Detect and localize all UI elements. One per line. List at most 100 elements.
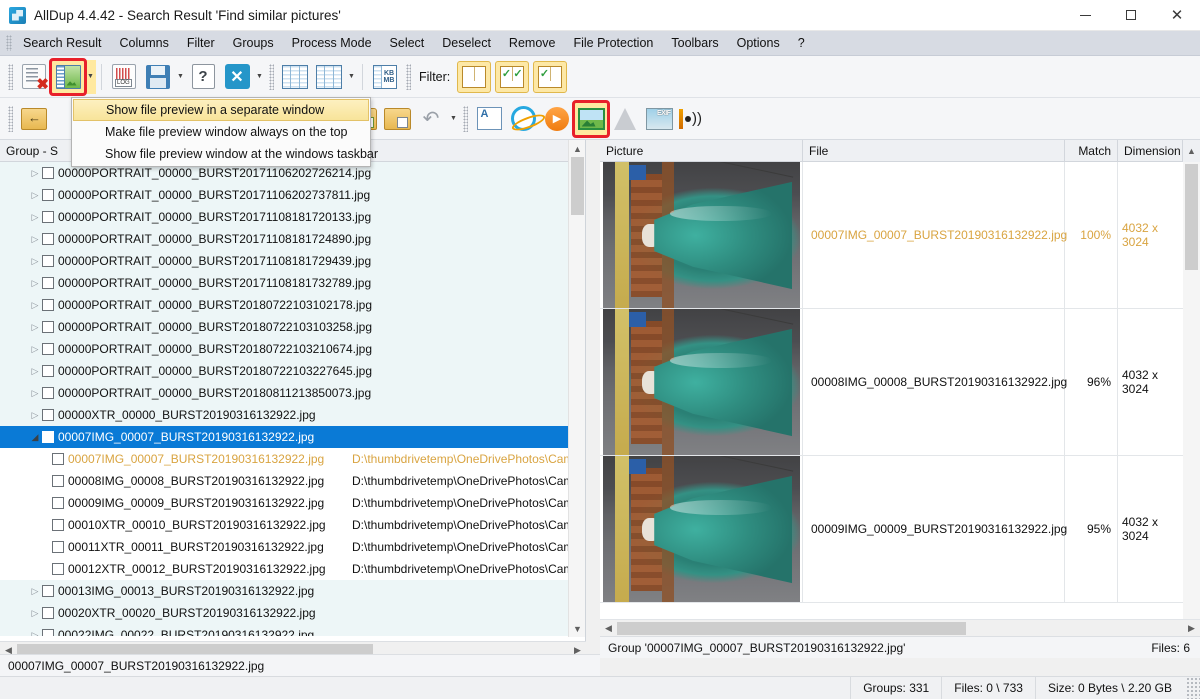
columns-dropdown-arrow[interactable]: ▼ bbox=[346, 60, 357, 94]
tree-row[interactable]: ▷00000PORTRAIT_00000_BURST20180722103227… bbox=[0, 360, 585, 382]
row-checkbox[interactable] bbox=[42, 431, 54, 443]
results-scroll-left-icon[interactable]: ◀ bbox=[600, 620, 617, 637]
expander-closed-icon[interactable]: ▷ bbox=[28, 322, 42, 333]
row-checkbox[interactable] bbox=[42, 321, 54, 333]
scroll-up-icon[interactable]: ▲ bbox=[569, 140, 586, 157]
menu-help[interactable]: ? bbox=[789, 33, 814, 53]
tree-row[interactable]: 00011XTR_00011_BURST20190316132922.jpgD:… bbox=[0, 536, 585, 558]
column-header-match[interactable]: Match bbox=[1065, 140, 1118, 162]
file-preview-dropdown-arrow[interactable]: ▼ bbox=[85, 60, 96, 94]
row-checkbox[interactable] bbox=[52, 475, 64, 487]
tree-row[interactable]: ▷00013IMG_00013_BURST20190316132922.jpg bbox=[0, 580, 585, 602]
result-row[interactable]: 00007IMG_00007_BURST20190316132922.jpg10… bbox=[600, 162, 1183, 309]
open-with-text-button[interactable] bbox=[472, 102, 506, 136]
row-checkbox[interactable] bbox=[42, 343, 54, 355]
row-checkbox[interactable] bbox=[52, 453, 64, 465]
tree-row[interactable]: ▷00000PORTRAIT_00000_BURST20171108181724… bbox=[0, 228, 585, 250]
expander-closed-icon[interactable]: ▷ bbox=[28, 388, 42, 399]
expander-closed-icon[interactable]: ▷ bbox=[28, 366, 42, 377]
results-scroll-right-icon[interactable]: ▶ bbox=[1183, 620, 1200, 637]
audio-button[interactable]: )) bbox=[676, 102, 710, 136]
play-media-button[interactable]: ▶ bbox=[540, 102, 574, 136]
tree-row[interactable]: ▷00022IMG_00022_BURST20190316132922.jpg bbox=[0, 624, 585, 636]
folder-unchecked-button[interactable] bbox=[380, 102, 414, 136]
undo-dropdown-arrow[interactable]: ▼ bbox=[448, 102, 459, 136]
open-folder-button[interactable] bbox=[17, 102, 51, 136]
delete-results-button[interactable]: ✖ bbox=[17, 60, 51, 94]
tree-row[interactable]: 00009IMG_00009_BURST20190316132922.jpgD:… bbox=[0, 492, 585, 514]
filter-none-button[interactable] bbox=[457, 61, 491, 93]
maximize-button[interactable] bbox=[1108, 0, 1154, 31]
file-preview-dropdown-menu[interactable]: Show file preview in a separate window M… bbox=[71, 97, 371, 167]
close-results-button[interactable]: ✕ bbox=[220, 60, 254, 94]
tree-row[interactable]: ▷00000PORTRAIT_00000_BURST20171106202737… bbox=[0, 184, 585, 206]
row-checkbox[interactable] bbox=[42, 277, 54, 289]
results-horizontal-scrollbar[interactable]: ◀ ▶ bbox=[600, 619, 1200, 636]
row-checkbox[interactable] bbox=[42, 629, 54, 636]
save-button[interactable] bbox=[141, 60, 175, 94]
open-in-browser-button[interactable] bbox=[506, 102, 540, 136]
resize-grip-icon[interactable] bbox=[1186, 677, 1200, 699]
results-vertical-scrollbar[interactable]: ▼ bbox=[1183, 162, 1200, 636]
filter-partial-button[interactable]: ✓ bbox=[533, 61, 567, 93]
expander-closed-icon[interactable]: ▷ bbox=[28, 586, 42, 597]
expander-closed-icon[interactable]: ▷ bbox=[28, 300, 42, 311]
row-checkbox[interactable] bbox=[42, 607, 54, 619]
menu-columns[interactable]: Columns bbox=[111, 33, 178, 53]
save-dropdown-arrow[interactable]: ▼ bbox=[175, 60, 186, 94]
size-units-button[interactable]: KBMB bbox=[368, 60, 402, 94]
tree-row[interactable]: 00012XTR_00012_BURST20190316132922.jpgD:… bbox=[0, 558, 585, 580]
menu-select[interactable]: Select bbox=[381, 33, 434, 53]
tree-row[interactable]: ▷00000XTR_00000_BURST20190316132922.jpg bbox=[0, 404, 585, 426]
result-row[interactable]: 00008IMG_00008_BURST20190316132922.jpg96… bbox=[600, 309, 1183, 456]
tree-row[interactable]: ▷00000PORTRAIT_00000_BURST20180811213850… bbox=[0, 382, 585, 404]
tree-row[interactable]: ◢00007IMG_00007_BURST20190316132922.jpg bbox=[0, 426, 585, 448]
row-checkbox[interactable] bbox=[42, 211, 54, 223]
tree-row[interactable]: 00010XTR_00010_BURST20190316132922.jpgD:… bbox=[0, 514, 585, 536]
row-checkbox[interactable] bbox=[42, 585, 54, 597]
expander-closed-icon[interactable]: ▷ bbox=[28, 410, 42, 421]
row-checkbox[interactable] bbox=[42, 365, 54, 377]
column-header-dimension[interactable]: Dimension bbox=[1118, 140, 1183, 162]
menu-groups[interactable]: Groups bbox=[224, 33, 283, 53]
expander-closed-icon[interactable]: ▷ bbox=[28, 256, 42, 267]
expander-closed-icon[interactable]: ▷ bbox=[28, 608, 42, 619]
exif-button[interactable] bbox=[642, 102, 676, 136]
expander-closed-icon[interactable]: ▷ bbox=[28, 278, 42, 289]
minimize-button[interactable] bbox=[1062, 0, 1108, 31]
expander-closed-icon[interactable]: ▷ bbox=[28, 212, 42, 223]
expander-closed-icon[interactable]: ▷ bbox=[28, 190, 42, 201]
row-checkbox[interactable] bbox=[42, 387, 54, 399]
row-checkbox[interactable] bbox=[52, 519, 64, 531]
filter-all-button[interactable]: ✓✓ bbox=[495, 61, 529, 93]
row-checkbox[interactable] bbox=[52, 541, 64, 553]
menu-item-show-preview-separate-window[interactable]: Show file preview in a separate window bbox=[73, 99, 369, 121]
result-thumbnail-cell[interactable] bbox=[600, 309, 803, 455]
close-button[interactable]: ✕ bbox=[1154, 0, 1200, 31]
result-thumbnail-cell[interactable] bbox=[600, 456, 803, 602]
expander-closed-icon[interactable]: ▷ bbox=[28, 344, 42, 355]
menu-filter[interactable]: Filter bbox=[178, 33, 224, 53]
tree-row[interactable]: ▷00000PORTRAIT_00000_BURST20171108181729… bbox=[0, 250, 585, 272]
tree-row[interactable]: 00008IMG_00008_BURST20190316132922.jpgD:… bbox=[0, 470, 585, 492]
undo-button[interactable]: ↶ bbox=[414, 102, 448, 136]
scroll-down-icon[interactable]: ▼ bbox=[569, 620, 586, 637]
expander-closed-icon[interactable]: ▷ bbox=[28, 168, 42, 179]
close-dropdown-arrow[interactable]: ▼ bbox=[254, 60, 265, 94]
tree-row[interactable]: ▷00000PORTRAIT_00000_BURST20180722103102… bbox=[0, 294, 585, 316]
file-preview-button[interactable] bbox=[51, 60, 85, 94]
menu-file-protection[interactable]: File Protection bbox=[564, 33, 662, 53]
tree-row[interactable]: ▷00020XTR_00020_BURST20190316132922.jpg bbox=[0, 602, 585, 624]
results-vertical-scroll-thumb[interactable] bbox=[1185, 164, 1198, 270]
row-checkbox[interactable] bbox=[52, 497, 64, 509]
tree-row[interactable]: 00007IMG_00007_BURST20190316132922.jpgD:… bbox=[0, 448, 585, 470]
expander-closed-icon[interactable]: ▷ bbox=[28, 234, 42, 245]
column-header-path[interactable]: h bbox=[350, 140, 585, 162]
menu-options[interactable]: Options bbox=[728, 33, 789, 53]
columns-fit-button[interactable] bbox=[312, 60, 346, 94]
expander-open-icon[interactable]: ◢ bbox=[28, 432, 42, 443]
results-horizontal-scroll-thumb[interactable] bbox=[617, 622, 966, 635]
row-checkbox[interactable] bbox=[42, 189, 54, 201]
column-header-file[interactable]: File bbox=[803, 140, 1065, 162]
result-thumbnail-cell[interactable] bbox=[600, 162, 803, 308]
